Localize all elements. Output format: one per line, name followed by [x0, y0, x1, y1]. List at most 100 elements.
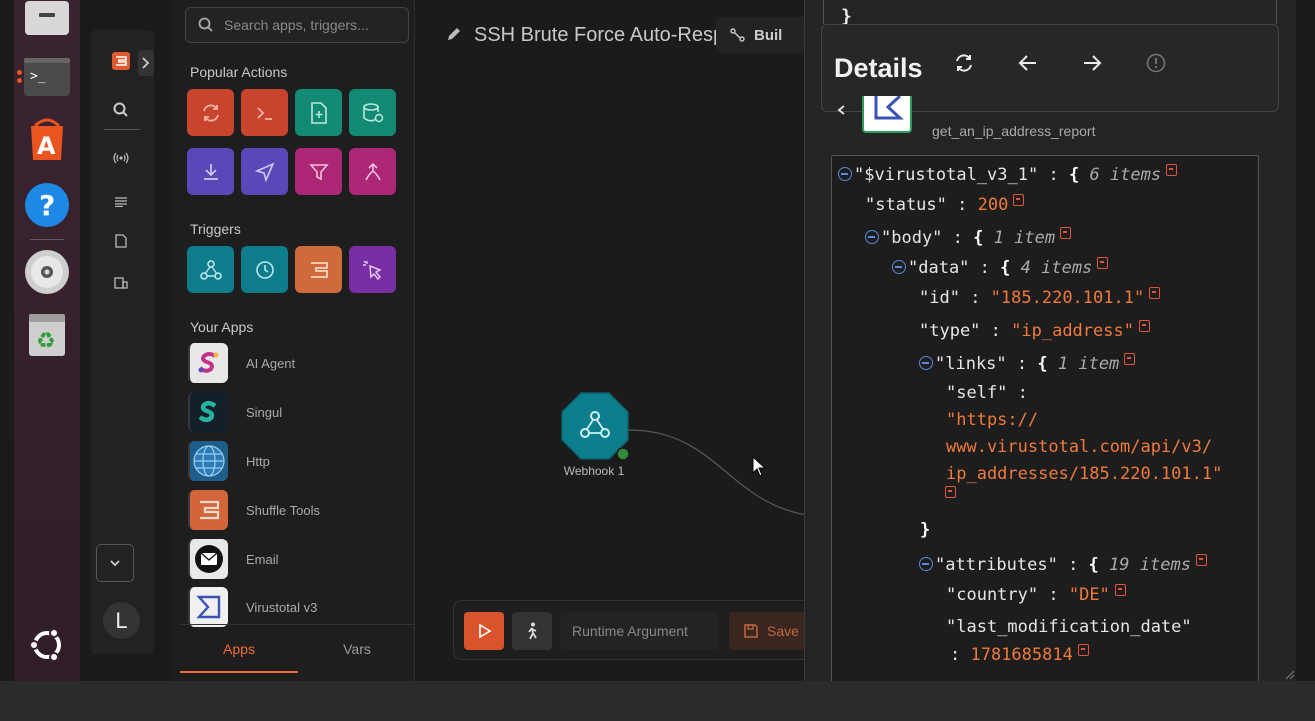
copy-icon[interactable] [945, 486, 956, 498]
avatar[interactable]: L [103, 602, 140, 639]
step-run-button[interactable] [512, 612, 552, 650]
running-indicator [17, 78, 22, 83]
search-icon[interactable] [108, 97, 134, 123]
json-line-self: "self" : [946, 383, 1028, 403]
app-name: Http [246, 453, 270, 469]
copy-icon[interactable] [1077, 644, 1089, 656]
search-box[interactable] [185, 7, 409, 43]
shuffle-logo-icon[interactable] [108, 48, 134, 74]
details-title: Details [834, 53, 923, 83]
json-line-id: "id" : "185.220.101.1" [919, 287, 1161, 308]
rail-divider [104, 129, 140, 130]
expand-chevron-icon[interactable] [138, 50, 154, 76]
info-alert-icon[interactable] [1142, 49, 1170, 77]
datastore-tile[interactable] [349, 89, 396, 136]
run-button[interactable] [464, 612, 504, 650]
schedule-trigger-tile[interactable] [241, 246, 288, 293]
virustotal-app-badge [862, 94, 912, 133]
app-name: Email [246, 551, 279, 567]
copy-icon[interactable] [1195, 554, 1207, 566]
collapse-icon[interactable] [838, 167, 852, 181]
webhook-icon [199, 259, 222, 280]
help-icon[interactable]: ? [24, 182, 70, 228]
app-item-email[interactable]: Email [185, 537, 415, 581]
terminal-icon[interactable]: >_ [24, 54, 70, 100]
copy-icon[interactable] [1060, 227, 1072, 239]
repeat-action-tile[interactable] [187, 89, 234, 136]
document-icon[interactable] [108, 228, 134, 254]
collapse-icon[interactable] [892, 260, 906, 274]
execute-bash-tile[interactable] [241, 89, 288, 136]
copy-icon[interactable] [1138, 320, 1150, 332]
shuffle-nav-rail: L [90, 30, 154, 654]
popular-actions-title: Popular Actions [190, 64, 288, 80]
merge-tile[interactable] [349, 148, 396, 195]
tab-vars[interactable]: Vars [298, 625, 416, 673]
mouse-cursor-icon [752, 456, 766, 477]
walking-icon [528, 622, 537, 640]
list-icon[interactable] [108, 189, 134, 215]
svg-text:A: A [37, 132, 56, 160]
action-name: get_an_ip_address_report [932, 123, 1096, 139]
app-item-singul[interactable]: Singul [185, 390, 415, 434]
search-input[interactable] [224, 17, 394, 33]
window-edge [1296, 0, 1315, 681]
database-icon [362, 102, 383, 122]
webhook-trigger-tile[interactable] [187, 246, 234, 293]
collapse-icon[interactable] [865, 230, 879, 244]
subflow-trigger-tile[interactable] [295, 246, 342, 293]
active-tab-underline [180, 671, 298, 673]
app-item-http[interactable]: Http [185, 439, 415, 483]
email-icon [188, 539, 228, 579]
collapse-icon[interactable] [919, 557, 933, 571]
workflow-canvas[interactable]: SSH Brute Force Auto-Resp Buil Webhook 1 [416, 0, 836, 681]
app-center-icon[interactable]: A [24, 117, 70, 163]
collapse-dropdown-button[interactable] [96, 544, 134, 582]
copy-icon[interactable] [1013, 194, 1025, 206]
arrow-left-icon[interactable] [1014, 49, 1042, 77]
filter-tile[interactable] [295, 148, 342, 195]
json-line-root: "$virustotal_v3_1" : { 6 items [838, 164, 1178, 185]
files-icon[interactable] [24, 0, 70, 40]
user-input-trigger-tile[interactable] [349, 246, 396, 293]
shuffle-logo-icon [310, 261, 328, 278]
arrow-right-icon[interactable] [1078, 49, 1106, 77]
json-line-status: "status" : 200 [865, 194, 1025, 215]
copy-icon[interactable] [1114, 584, 1126, 596]
json-self-value-line1: "https:// [946, 410, 1039, 430]
json-line-body: "body" : { 1 item [865, 227, 1072, 248]
refresh-icon[interactable] [950, 49, 978, 77]
refresh-icon [202, 104, 219, 121]
send-tile[interactable] [241, 148, 288, 195]
json-line-type: "type" : "ip_address" [919, 320, 1150, 341]
collapse-icon[interactable] [919, 356, 933, 370]
json-result-viewer[interactable]: "$virustotal_v3_1" : { 6 items "status" … [831, 155, 1259, 681]
app-item-shuffle-tools[interactable]: Shuffle Tools [185, 488, 415, 532]
play-icon [479, 623, 492, 639]
webhook-node[interactable] [561, 392, 630, 461]
runtime-argument-input[interactable] [560, 612, 718, 650]
copy-icon[interactable] [1149, 287, 1161, 299]
copy-icon[interactable] [1097, 257, 1109, 269]
app-item-virustotal[interactable]: Virustotal v3 [185, 585, 415, 629]
expand-arrow-icon[interactable] [837, 102, 845, 115]
resize-handle-icon[interactable] [1283, 668, 1295, 680]
json-self-value-line3: ip_addresses/185.220.101.1" [946, 464, 1223, 484]
trash-icon[interactable]: ♻ [24, 312, 70, 358]
triggers-title: Triggers [190, 221, 241, 237]
building-icon[interactable] [108, 270, 134, 296]
node-label: Webhook 1 [563, 464, 625, 478]
app-item-ai-agent[interactable]: AI Agent [185, 341, 415, 385]
tab-apps[interactable]: Apps [180, 625, 298, 673]
download-tile[interactable] [187, 148, 234, 195]
screen: >_ A ? ♻ L Search apps, triggers... Popu… [0, 0, 1315, 681]
merge-icon [364, 162, 381, 180]
create-file-tile[interactable] [295, 89, 342, 136]
disc-icon[interactable] [24, 249, 70, 295]
your-apps-title: Your Apps [190, 319, 254, 335]
ubuntu-logo-icon[interactable] [24, 622, 70, 668]
save-label: Save [767, 623, 799, 639]
copy-icon[interactable] [1124, 353, 1136, 365]
broadcast-icon[interactable] [108, 145, 134, 171]
copy-icon[interactable] [1166, 164, 1178, 176]
